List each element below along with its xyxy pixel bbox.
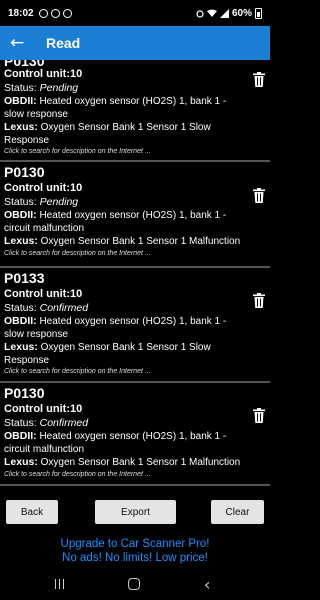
obd-description: OBDII: Heated oxygen sensor (HO2S) 1, ba… — [4, 209, 227, 234]
recents-icon[interactable] — [55, 579, 65, 589]
dtc-item[interactable]: P0130 Control unit:10 Status: Pending OB… — [0, 163, 270, 259]
nav-back-icon[interactable]: ‹ — [204, 575, 210, 594]
arrow-left-icon[interactable]: ← — [10, 33, 32, 53]
control-unit: Control unit:10 — [4, 68, 83, 80]
search-link[interactable]: Click to search for description on the I… — [4, 367, 244, 377]
control-unit: Control unit:10 — [4, 288, 83, 300]
dtc-code: P0130 — [4, 164, 45, 180]
obd-description: OBDII: Heated oxygen sensor (HO2S) 1, ba… — [4, 430, 227, 455]
dtc-status: Status: Pending — [4, 82, 79, 94]
status-right: 60% — [196, 7, 262, 19]
dtc-item[interactable]: P0130 Control unit:10 Status: Confirmed … — [0, 384, 270, 480]
battery-percent: 60% — [231, 7, 252, 19]
dtc-status: Status: Confirmed — [4, 417, 89, 429]
promo-line-2[interactable]: No ads! No limits! Low price! — [0, 551, 270, 565]
alarm-icon — [196, 9, 204, 18]
wifi-icon — [206, 9, 217, 17]
trash-icon[interactable] — [253, 408, 265, 423]
system-nav-bar: ‹ — [0, 568, 270, 600]
dtc-status: Status: Pending — [4, 196, 79, 208]
whatsapp-icon — [50, 8, 60, 18]
divider — [0, 484, 270, 486]
dtc-item[interactable]: Control unit:10 Status: Pending OBDII: H… — [0, 67, 270, 157]
promo-line-1[interactable]: Upgrade to Car Scanner Pro! — [0, 537, 270, 551]
notification-icons — [38, 8, 72, 18]
control-unit: Control unit:10 — [4, 403, 83, 415]
status-time: 18:02 — [8, 7, 34, 19]
trash-icon[interactable] — [253, 188, 265, 203]
make-description: Lexus: Oxygen Sensor Bank 1 Sensor 1 Mal… — [4, 235, 241, 247]
divider — [0, 266, 270, 268]
app-bar: ← Read — [0, 26, 270, 60]
make-description: Lexus: Oxygen Sensor Bank 1 Sensor 1 Slo… — [4, 341, 211, 366]
divider — [0, 160, 270, 162]
divider — [0, 381, 270, 383]
search-link[interactable]: Click to search for description on the I… — [4, 249, 244, 259]
trash-icon[interactable] — [253, 72, 265, 87]
make-description: Lexus: Oxygen Sensor Bank 1 Sensor 1 Slo… — [4, 121, 211, 146]
control-unit: Control unit:10 — [4, 182, 83, 194]
status-bar: 18:02 60% — [0, 0, 270, 26]
dtc-code: P0133 — [4, 270, 45, 286]
page-title: Read — [46, 35, 81, 51]
search-link[interactable]: Click to search for description on the I… — [4, 470, 244, 480]
signal-icon — [219, 8, 229, 18]
obd-description: OBDII: Heated oxygen sensor (HO2S) 1, ba… — [4, 95, 227, 120]
action-buttons: Back Export Clear — [0, 500, 270, 524]
dtc-item[interactable]: P0133 Control unit:10 Status: Confirmed … — [0, 269, 270, 377]
trash-icon[interactable] — [253, 293, 265, 308]
dtc-list[interactable]: P0130 Control unit:10 Status: Pending OB… — [0, 60, 270, 490]
obd-description: OBDII: Heated oxygen sensor (HO2S) 1, ba… — [4, 315, 227, 340]
dtc-code: P0130 — [4, 385, 45, 401]
dtc-status: Status: Confirmed — [4, 302, 89, 314]
make-description: Lexus: Oxygen Sensor Bank 1 Sensor 1 Mal… — [4, 456, 241, 468]
upgrade-promo[interactable]: Upgrade to Car Scanner Pro! No ads! No l… — [0, 537, 270, 565]
messenger-icon — [38, 8, 48, 18]
battery-icon — [255, 7, 262, 19]
search-link[interactable]: Click to search for description on the I… — [4, 147, 244, 157]
back-button[interactable]: Back — [6, 500, 58, 524]
clear-button[interactable]: Clear — [211, 500, 264, 524]
home-icon[interactable] — [128, 578, 140, 590]
sync-icon — [62, 8, 72, 18]
export-button[interactable]: Export — [95, 500, 176, 524]
